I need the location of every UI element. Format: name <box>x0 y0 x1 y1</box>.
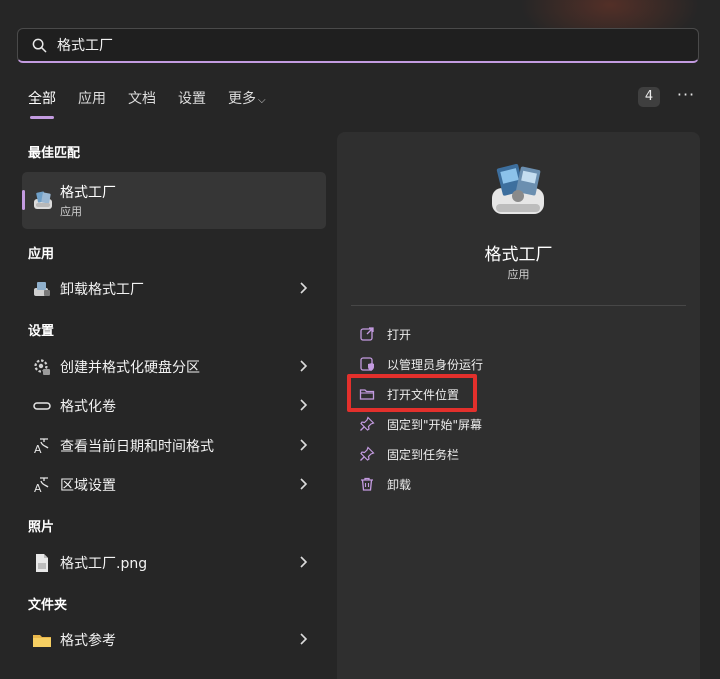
chevron-right-icon <box>300 439 308 451</box>
admin-shield-icon <box>360 357 374 371</box>
svg-text:A: A <box>34 482 42 495</box>
open-external-icon <box>360 327 374 341</box>
tab-apps[interactable]: 应用 <box>78 88 106 112</box>
drive-icon <box>33 402 51 410</box>
action-label: 固定到"开始"屏幕 <box>387 417 483 432</box>
section-title-folders: 文件夹 <box>28 598 68 613</box>
action-label: 固定到任务栏 <box>387 447 460 462</box>
more-options-button[interactable]: ··· <box>676 86 696 106</box>
result-label: 区域设置 <box>60 478 116 494</box>
result-label: 查看当前日期和时间格式 <box>60 439 214 455</box>
result-photo-file[interactable]: 格式工厂.png <box>22 544 326 582</box>
action-pin-to-taskbar[interactable]: 固定到任务栏 <box>359 443 459 465</box>
search-input[interactable] <box>55 36 698 54</box>
chevron-right-icon <box>300 360 308 372</box>
result-folder[interactable]: 格式参考 <box>22 621 326 659</box>
best-match-type: 应用 <box>60 205 82 218</box>
highlight-annotation-box <box>347 374 477 412</box>
result-uninstall-format-factory[interactable]: 卸载格式工厂 <box>22 270 326 308</box>
action-label: 打开 <box>387 327 412 342</box>
action-open[interactable]: 打开 <box>359 323 411 345</box>
tab-documents[interactable]: 文档 <box>128 88 156 112</box>
trash-icon <box>361 477 373 491</box>
language-region-icon: A <box>34 438 49 456</box>
tab-more[interactable]: 更多 ⌵ <box>228 88 266 112</box>
image-file-icon <box>36 554 48 572</box>
result-format-volume[interactable]: 格式化卷 <box>22 387 326 425</box>
result-label: 创建并格式化硬盘分区 <box>60 360 200 376</box>
language-region-icon: A <box>34 477 49 495</box>
selection-indicator <box>22 190 25 210</box>
action-label: 卸载 <box>387 477 412 492</box>
detail-app-type: 应用 <box>507 268 530 281</box>
chevron-right-icon <box>300 478 308 490</box>
tab-more-label: 更多 <box>228 91 256 107</box>
chevron-down-icon: ⌵ <box>258 95 266 106</box>
result-count-badge: 4 <box>638 87 660 107</box>
chevron-right-icon <box>300 399 308 411</box>
search-icon <box>32 38 47 52</box>
tab-all[interactable]: 全部 <box>28 88 56 119</box>
search-box[interactable] <box>17 28 699 63</box>
result-create-format-partition[interactable]: 创建并格式化硬盘分区 <box>22 348 326 386</box>
result-label: 格式工厂.png <box>60 556 148 572</box>
chevron-right-icon <box>300 633 308 645</box>
action-label: 以管理员身份运行 <box>387 357 484 372</box>
result-label: 卸载格式工厂 <box>60 282 144 298</box>
svg-text:A: A <box>34 443 42 456</box>
section-title-photos: 照片 <box>28 520 55 535</box>
action-pin-to-start[interactable]: 固定到"开始"屏幕 <box>359 413 482 435</box>
folder-icon <box>33 635 51 647</box>
chevron-right-icon <box>300 556 308 568</box>
best-match-name: 格式工厂 <box>60 185 116 201</box>
tab-settings[interactable]: 设置 <box>178 88 206 112</box>
section-title-best-match: 最佳匹配 <box>28 146 81 161</box>
action-uninstall[interactable]: 卸载 <box>359 473 411 495</box>
section-title-apps: 应用 <box>28 247 55 262</box>
result-region-settings[interactable]: A 区域设置 <box>22 466 326 504</box>
filter-tabs: 全部 应用 文档 设置 更多 ⌵ <box>28 88 288 119</box>
format-factory-app-icon <box>34 191 52 209</box>
pin-icon <box>360 446 375 461</box>
format-factory-large-icon <box>492 163 544 214</box>
divider <box>351 305 686 306</box>
result-label: 格式参考 <box>60 633 116 649</box>
pin-icon <box>360 416 375 431</box>
section-title-settings: 设置 <box>28 324 55 339</box>
detail-app-name: 格式工厂 <box>484 245 553 265</box>
best-match-item[interactable]: 格式工厂 应用 <box>22 172 326 229</box>
result-date-time-format[interactable]: A 查看当前日期和时间格式 <box>22 427 326 465</box>
gear-icon <box>34 359 50 375</box>
chevron-right-icon <box>300 282 308 294</box>
uninstall-app-icon <box>34 282 50 296</box>
result-label: 格式化卷 <box>60 399 116 415</box>
action-run-as-admin[interactable]: 以管理员身份运行 <box>359 353 483 375</box>
